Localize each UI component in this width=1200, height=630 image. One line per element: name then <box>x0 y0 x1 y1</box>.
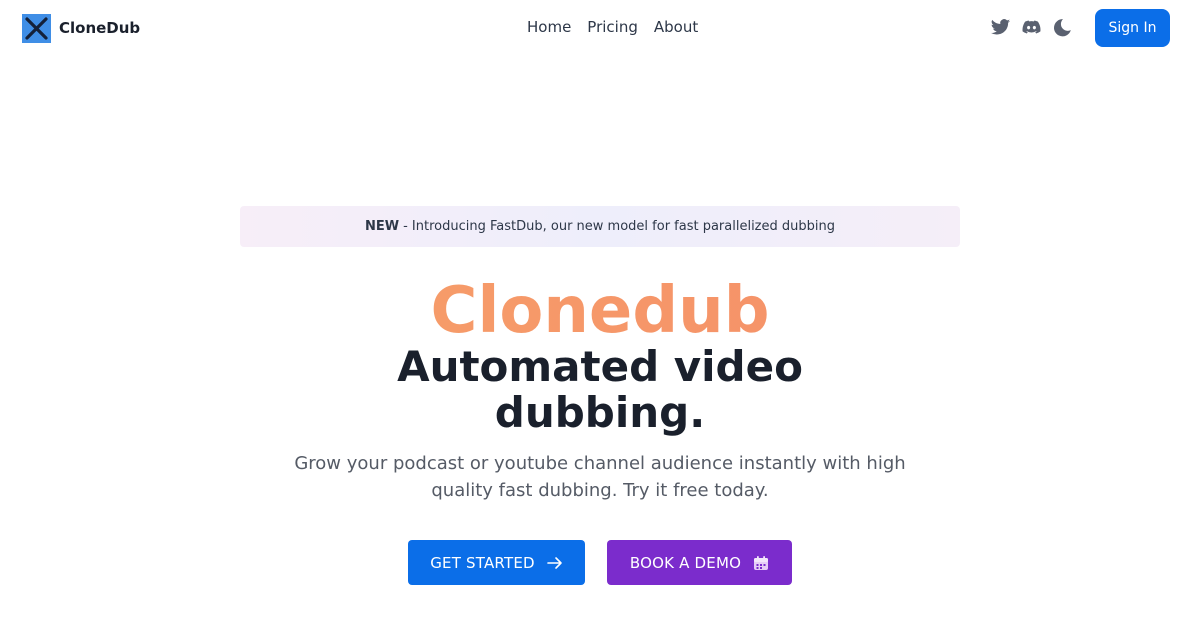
nav-about-link[interactable]: About <box>654 18 698 36</box>
navbar: CloneDub Home Pricing About Sign In <box>0 0 1200 56</box>
brand-link[interactable]: CloneDub <box>22 13 140 43</box>
get-started-label: GET STARTED <box>430 553 535 572</box>
twitter-icon[interactable] <box>990 17 1011 38</box>
social-icons <box>990 17 1073 38</box>
announcement-tag: NEW <box>365 219 400 234</box>
book-demo-label: BOOK A DEMO <box>629 553 742 572</box>
discord-icon[interactable] <box>1021 17 1042 38</box>
book-demo-button[interactable]: BOOK A DEMO <box>607 540 792 585</box>
hero-subtitle: Grow your podcast or youtube channel aud… <box>294 453 906 501</box>
nav-pricing-link[interactable]: Pricing <box>587 18 638 36</box>
hero-brand-title: Clonedub <box>0 276 1200 346</box>
hero-title: Automated video dubbing. <box>397 342 803 437</box>
moon-icon[interactable] <box>1052 17 1073 38</box>
get-started-button[interactable]: GET STARTED <box>408 540 585 585</box>
brand-name: CloneDub <box>59 19 141 37</box>
nav-home-link[interactable]: Home <box>527 18 571 36</box>
sign-in-button[interactable]: Sign In <box>1095 9 1170 47</box>
calendar-icon <box>754 555 769 570</box>
announcement-banner[interactable]: NEW - Introducing FastDub, our new model… <box>240 206 960 247</box>
announcement-text: - Introducing FastDub, our new model for… <box>403 219 835 234</box>
arrow-right-icon <box>546 556 562 569</box>
nav-links: Home Pricing About <box>527 18 698 36</box>
logo-icon <box>22 13 51 43</box>
